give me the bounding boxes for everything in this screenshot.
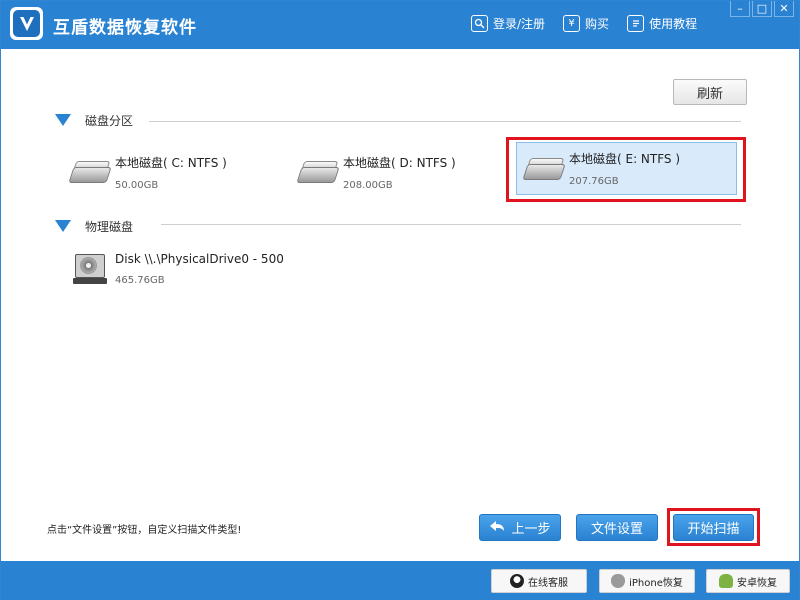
partition-name: 本地磁盘( C: NTFS ) — [115, 155, 227, 170]
physical-disk-name: Disk \\.\PhysicalDrive0 - 500 — [115, 252, 284, 266]
local-disk-icon — [68, 161, 112, 189]
android-recovery-button[interactable]: 安卓恢复 — [706, 569, 790, 593]
login-register-label: 登录/注册 — [493, 17, 546, 31]
back-arrow-icon — [489, 520, 505, 535]
local-disk-icon — [522, 157, 566, 186]
app-window: 互盾数据恢复软件 登录/注册 ¥ 购买 使用教程 – □ ✕ 刷新 磁盘分区 本… — [0, 0, 800, 600]
refresh-button[interactable]: 刷新 — [673, 79, 747, 105]
partition-size: 207.76GB — [569, 176, 619, 187]
physical-section-label: 物理磁盘 — [85, 219, 134, 234]
partition-item-c[interactable]: 本地磁盘( C: NTFS ) 50.00GB — [68, 147, 269, 197]
iphone-recovery-button[interactable]: iPhone恢复 — [599, 569, 695, 593]
local-disk-icon — [296, 161, 340, 189]
partition-item-e[interactable]: 本地磁盘( E: NTFS ) 207.76GB — [516, 142, 737, 195]
footer-bar: 在线客服 iPhone恢复 安卓恢复 — [1, 561, 799, 600]
apple-icon — [611, 574, 626, 588]
section-divider — [149, 121, 741, 122]
buy-label: 购买 — [585, 17, 610, 31]
section-divider — [161, 224, 741, 225]
partitions-section-header[interactable]: 磁盘分区 — [55, 112, 133, 128]
physical-disk-item[interactable]: Disk \\.\PhysicalDrive0 - 500 465.76GB — [73, 244, 313, 294]
partition-item-d[interactable]: 本地磁盘( D: NTFS ) 208.00GB — [296, 147, 497, 197]
yen-icon: ¥ — [563, 15, 581, 32]
minimize-icon: – — [737, 2, 743, 15]
close-icon: ✕ — [779, 2, 789, 15]
login-register-link[interactable]: 登录/注册 — [471, 15, 545, 32]
maximize-button[interactable]: □ — [752, 1, 772, 17]
app-title: 互盾数据恢复软件 — [53, 18, 197, 38]
partition-name: 本地磁盘( E: NTFS ) — [569, 152, 681, 166]
hint-text: 点击“文件设置”按钮，自定义扫描文件类型! — [47, 525, 242, 536]
physical-section-header[interactable]: 物理磁盘 — [55, 218, 133, 234]
buy-link[interactable]: ¥ 购买 — [563, 15, 609, 32]
hard-disk-icon — [73, 254, 107, 284]
start-scan-button[interactable]: 开始扫描 — [673, 514, 754, 541]
online-support-label: 在线客服 — [528, 577, 568, 589]
partition-name: 本地磁盘( D: NTFS ) — [343, 155, 456, 170]
partition-size: 208.00GB — [343, 179, 393, 191]
title-bar: 互盾数据恢复软件 登录/注册 ¥ 购买 使用教程 – □ ✕ — [1, 1, 799, 49]
back-label: 上一步 — [511, 522, 551, 537]
minimize-button[interactable]: – — [730, 1, 750, 17]
physical-disk-size: 465.76GB — [115, 275, 165, 286]
collapse-triangle-icon — [55, 220, 71, 232]
collapse-triangle-icon — [55, 114, 71, 126]
online-support-button[interactable]: 在线客服 — [491, 569, 587, 593]
back-button[interactable]: 上一步 — [479, 514, 561, 541]
close-button[interactable]: ✕ — [774, 1, 794, 17]
user-search-icon — [471, 15, 488, 32]
maximize-icon: □ — [756, 2, 768, 15]
qq-icon — [510, 574, 524, 588]
document-icon — [627, 15, 645, 32]
tutorial-link[interactable]: 使用教程 — [627, 15, 697, 32]
android-icon — [719, 574, 733, 588]
tutorial-label: 使用教程 — [649, 17, 698, 31]
iphone-recovery-label: iPhone恢复 — [629, 577, 683, 589]
app-logo — [10, 7, 43, 40]
partition-size: 50.00GB — [115, 179, 159, 191]
file-settings-button[interactable]: 文件设置 — [576, 514, 658, 541]
android-recovery-label: 安卓恢复 — [737, 577, 777, 589]
partitions-section-label: 磁盘分区 — [85, 113, 134, 128]
